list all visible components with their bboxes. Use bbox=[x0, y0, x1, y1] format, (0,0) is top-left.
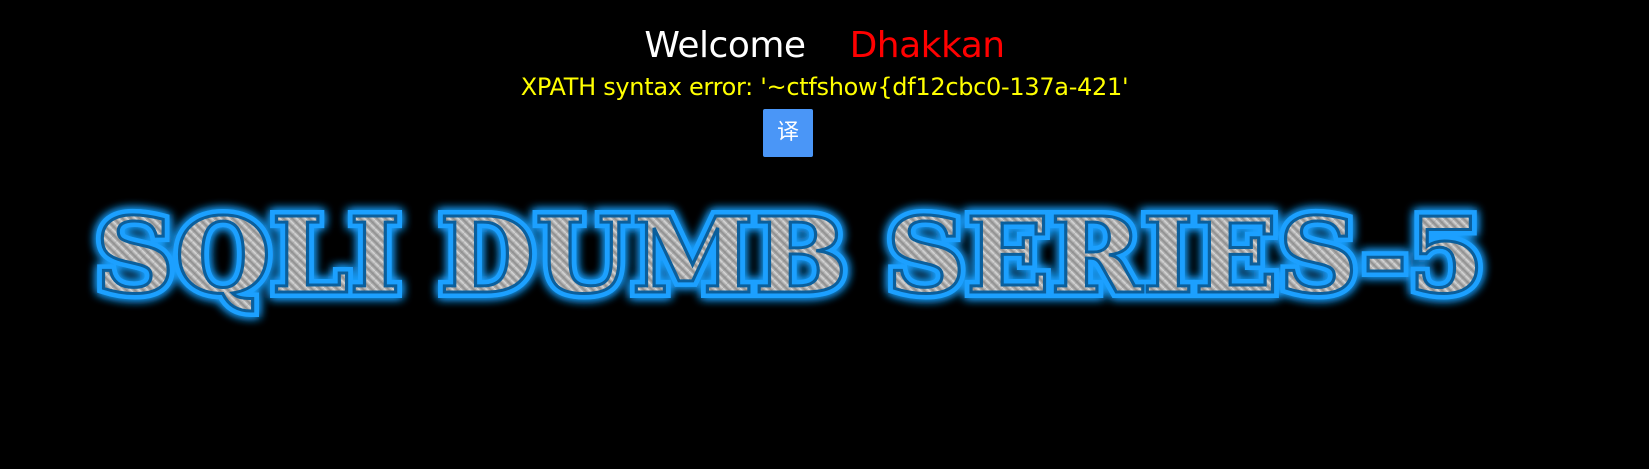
welcome-text: Welcome bbox=[644, 25, 806, 66]
xpath-error-message: XPATH syntax error: '~ctfshow{df12cbc0-1… bbox=[520, 73, 1129, 101]
banner-text: SQLI DUMB SERIES-5 bbox=[95, 194, 1485, 317]
user-name: Dhakkan bbox=[849, 25, 1006, 66]
translate-button[interactable]: 译 bbox=[763, 109, 813, 157]
sqli-banner: SQLI DUMB SERIES-5 SQLI DUMB SERIES-5 bbox=[40, 190, 1540, 330]
page: Welcome Dhakkan XPATH syntax error: '~ctf… bbox=[0, 0, 1649, 469]
welcome-line: Welcome Dhakkan bbox=[0, 20, 1649, 72]
banner-title-graphic: SQLI DUMB SERIES-5 SQLI DUMB SERIES-5 bbox=[89, 190, 1491, 323]
